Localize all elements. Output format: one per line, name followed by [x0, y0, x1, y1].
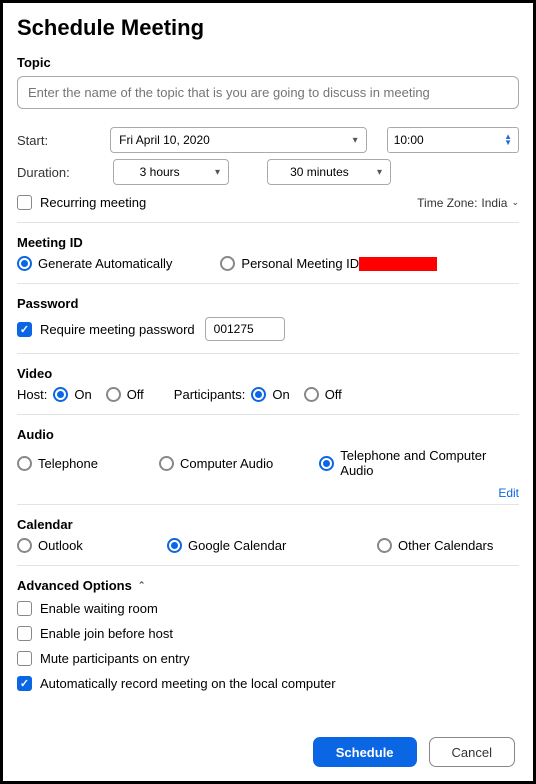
advanced-options-label: Advanced Options [17, 578, 132, 593]
calendar-outlook-radio[interactable] [17, 538, 32, 553]
timezone-select[interactable]: Time Zone: India ⌄ [417, 196, 519, 210]
calendar-outlook-label: Outlook [38, 538, 83, 553]
host-off-radio[interactable] [106, 387, 121, 402]
audio-telephone-label: Telephone [38, 456, 98, 471]
mute-entry-checkbox[interactable] [17, 651, 32, 666]
participants-off-label: Off [325, 387, 342, 402]
meeting-id-label: Meeting ID [17, 235, 519, 250]
calendar-label: Calendar [17, 517, 519, 532]
chevron-down-icon: ⌄ [511, 197, 519, 208]
host-label: Host: [17, 387, 47, 402]
redacted-block [359, 257, 437, 271]
meeting-id-auto-radio[interactable] [17, 256, 32, 271]
host-on-radio[interactable] [53, 387, 68, 402]
recurring-checkbox[interactable] [17, 195, 32, 210]
duration-hours-value: 3 hours [140, 165, 180, 179]
start-date-value: Fri April 10, 2020 [119, 133, 210, 147]
join-before-checkbox[interactable] [17, 626, 32, 641]
meeting-id-auto-label: Generate Automatically [38, 256, 172, 271]
timezone-prefix: Time Zone: [417, 196, 477, 210]
mute-entry-label: Mute participants on entry [40, 651, 190, 666]
waiting-room-label: Enable waiting room [40, 601, 158, 616]
join-before-label: Enable join before host [40, 626, 173, 641]
participants-on-label: On [272, 387, 289, 402]
caret-up-icon: ⌃ [138, 580, 146, 591]
password-label: Password [17, 296, 519, 311]
page-title: Schedule Meeting [17, 15, 519, 41]
audio-telephone-radio[interactable] [17, 456, 32, 471]
calendar-google-radio[interactable] [167, 538, 182, 553]
audio-label: Audio [17, 427, 519, 442]
participants-label: Participants: [174, 387, 246, 402]
duration-minutes-value: 30 minutes [290, 165, 349, 179]
chevron-down-icon: ▾ [215, 167, 220, 178]
chevron-down-icon: ▾ [377, 167, 382, 178]
advanced-options-toggle[interactable]: Advanced Options ⌃ [17, 578, 519, 593]
participants-on-radio[interactable] [251, 387, 266, 402]
schedule-button[interactable]: Schedule [313, 737, 417, 767]
audio-computer-radio[interactable] [159, 456, 174, 471]
password-input[interactable] [205, 317, 285, 341]
duration-minutes-select[interactable]: 30 minutes ▾ [267, 159, 391, 185]
start-time-input[interactable]: 10:00 ▲▼ [387, 127, 519, 153]
calendar-other-radio[interactable] [377, 538, 392, 553]
meeting-id-personal-label: Personal Meeting ID [241, 256, 359, 271]
video-label: Video [17, 366, 519, 381]
audio-both-label: Telephone and Computer Audio [340, 448, 505, 478]
calendar-google-label: Google Calendar [188, 538, 286, 553]
audio-edit-link[interactable]: Edit [17, 486, 519, 500]
time-spinner-icon[interactable]: ▲▼ [504, 134, 512, 146]
require-password-label: Require meeting password [40, 322, 195, 337]
auto-record-label: Automatically record meeting on the loca… [40, 676, 336, 691]
calendar-other-label: Other Calendars [398, 538, 493, 553]
start-date-select[interactable]: Fri April 10, 2020 ▾ [110, 127, 367, 153]
waiting-room-checkbox[interactable] [17, 601, 32, 616]
require-password-checkbox[interactable] [17, 322, 32, 337]
cancel-button[interactable]: Cancel [429, 737, 515, 767]
schedule-meeting-window: Schedule Meeting Topic Start: Fri April … [0, 0, 536, 784]
audio-computer-label: Computer Audio [180, 456, 273, 471]
duration-hours-select[interactable]: 3 hours ▾ [113, 159, 229, 185]
topic-input[interactable] [17, 76, 519, 109]
start-label: Start: [17, 133, 110, 148]
recurring-label: Recurring meeting [40, 195, 146, 210]
topic-label: Topic [17, 55, 519, 70]
start-time-value: 10:00 [394, 133, 424, 147]
duration-label: Duration: [17, 165, 113, 180]
auto-record-checkbox[interactable] [17, 676, 32, 691]
host-off-label: Off [127, 387, 144, 402]
host-on-label: On [74, 387, 91, 402]
timezone-value: India [481, 196, 507, 210]
participants-off-radio[interactable] [304, 387, 319, 402]
meeting-id-personal-radio[interactable] [220, 256, 235, 271]
chevron-down-icon: ▾ [353, 135, 358, 146]
audio-both-radio[interactable] [319, 456, 334, 471]
